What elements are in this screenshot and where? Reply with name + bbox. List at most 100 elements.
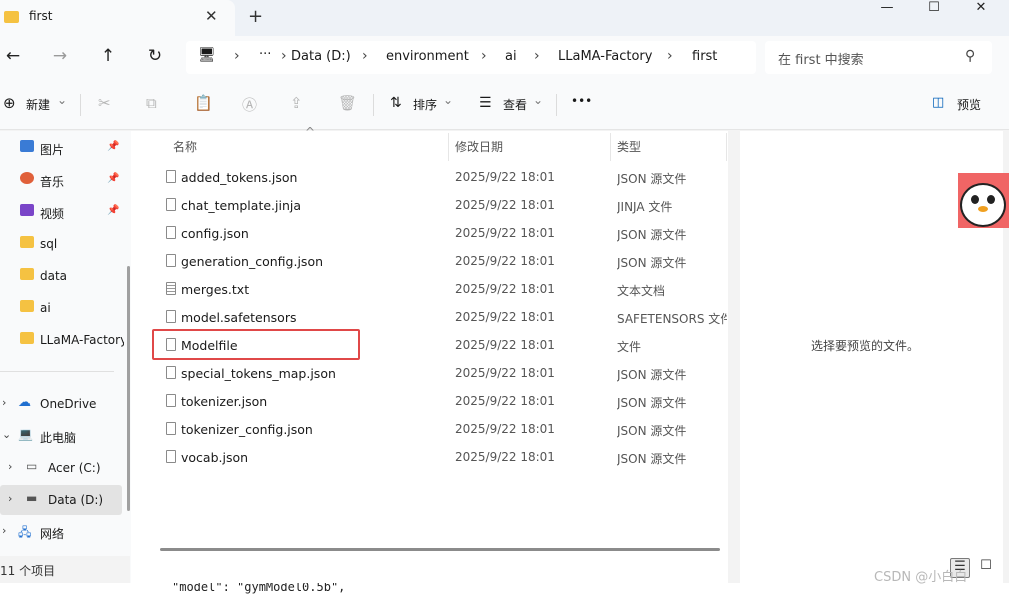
column-header-date[interactable]: 修改日期 xyxy=(455,138,503,155)
search-box[interactable]: 在 first 中搜索 ⚲ xyxy=(765,41,992,74)
breadcrumb-chevron-icon[interactable]: › xyxy=(362,48,368,64)
back-button[interactable]: ← xyxy=(1,46,25,66)
preview-button[interactable]: 预览 xyxy=(957,96,981,113)
sidebar-item-this-pc[interactable]: ⌄ 💻 此电脑 xyxy=(0,421,131,451)
sidebar-item-label: 网络 xyxy=(40,527,65,541)
chevron-down-icon[interactable]: ⌄ xyxy=(2,428,11,441)
pin-icon[interactable]: 📌 xyxy=(107,205,119,216)
sidebar-item-label: 视频 xyxy=(40,207,65,221)
file-date: 2025/9/22 18:01 xyxy=(455,170,555,184)
sidebar-item-llama-factory[interactable]: LLaMA-Factory xyxy=(0,325,124,355)
json-file-icon xyxy=(166,170,176,183)
chevron-right-icon[interactable]: › xyxy=(2,524,6,537)
address-bar[interactable]: 🖥 › ··· › Data (D:) › environment › ai ›… xyxy=(186,41,756,74)
up-button[interactable]: ↑ xyxy=(96,46,120,66)
breadcrumb-item[interactable]: Data (D:) xyxy=(291,49,351,64)
cloud-icon: ☁ xyxy=(18,395,31,410)
breadcrumb-chevron-icon[interactable]: › xyxy=(481,48,487,64)
column-divider[interactable] xyxy=(726,133,727,161)
breadcrumb-chevron-icon[interactable]: › xyxy=(667,48,673,64)
file-row[interactable]: tokenizer.json 2025/9/22 18:01 JSON 源文件 xyxy=(149,387,709,415)
drive-icon: ▭ xyxy=(26,459,38,473)
file-row[interactable]: tokenizer_config.json 2025/9/22 18:01 JSON… xyxy=(149,415,709,443)
breadcrumb-item-current[interactable]: first xyxy=(692,49,717,64)
sidebar-item-data[interactable]: data xyxy=(0,261,131,291)
tiles-view-button[interactable]: ☐ xyxy=(976,558,996,578)
paste-icon[interactable]: 📋 xyxy=(194,94,213,112)
sort-button[interactable]: 排序 xyxy=(413,96,437,113)
sidebar-item-pictures[interactable]: 图片 📌 xyxy=(0,133,131,163)
file-row[interactable]: vocab.json 2025/9/22 18:01 JSON 源文件 xyxy=(149,443,709,471)
divider xyxy=(80,94,81,116)
share-icon[interactable]: ⇪ xyxy=(290,94,303,112)
file-row[interactable]: added_tokens.json 2025/9/22 18:01 JSON 源文件 xyxy=(149,163,709,191)
item-count: 11 个项目 xyxy=(0,564,56,578)
sidebar-item-music[interactable]: 音乐 📌 xyxy=(0,165,131,195)
breadcrumb-item[interactable]: environment xyxy=(386,49,469,64)
more-options-button[interactable]: ••• xyxy=(571,94,592,108)
chevron-right-icon[interactable]: › xyxy=(8,492,12,505)
file-row[interactable]: chat_template.jinja 2025/9/22 18:01 JINJA … xyxy=(149,191,709,219)
sidebar-item-network[interactable]: › 🖧 网络 xyxy=(0,517,131,547)
breadcrumb-item[interactable]: ai xyxy=(505,49,517,64)
horizontal-scrollbar[interactable] xyxy=(160,548,720,551)
chevron-right-icon[interactable]: › xyxy=(2,396,6,409)
rename-icon[interactable]: Ⓐ xyxy=(242,94,257,115)
tab-first[interactable]: first ✕ xyxy=(0,0,235,36)
file-row[interactable]: generation_config.json 2025/9/22 18:01 JSO… xyxy=(149,247,709,275)
file-name: vocab.json xyxy=(181,450,249,465)
column-header-name[interactable]: 名称 xyxy=(173,138,197,155)
breadcrumb-item[interactable]: LLaMA-Factory xyxy=(558,49,652,64)
breadcrumb-chevron-icon[interactable]: › xyxy=(534,48,540,64)
minimize-button[interactable]: — xyxy=(867,0,907,16)
close-window-button[interactable]: ✕ xyxy=(961,0,1001,16)
column-header-type[interactable]: 类型 xyxy=(617,138,641,155)
refresh-button[interactable]: ↻ xyxy=(143,46,167,66)
new-button[interactable]: 新建 xyxy=(26,96,50,113)
copy-icon[interactable]: ⧉ xyxy=(146,94,157,112)
sidebar-item-ai[interactable]: ai xyxy=(0,293,131,323)
delete-icon[interactable]: 🗑 xyxy=(338,94,357,112)
computer-icon: 🖥 xyxy=(198,47,216,63)
file-row[interactable]: model.safetensors 2025/9/22 18:01 SAFETENS… xyxy=(149,303,727,331)
tab-title: first xyxy=(29,9,53,23)
maximize-button[interactable]: ☐ xyxy=(914,0,954,16)
pin-icon[interactable]: 📌 xyxy=(107,141,119,152)
pin-icon[interactable]: 📌 xyxy=(107,173,119,184)
file-row[interactable]: merges.txt 2025/9/22 18:01 文本文档 xyxy=(149,275,709,303)
text-file-icon xyxy=(166,282,176,295)
chevron-right-icon[interactable]: › xyxy=(8,460,12,473)
sidebar-item-drive-d[interactable]: › ▬ Data (D:) xyxy=(0,485,122,515)
column-divider[interactable] xyxy=(610,133,611,161)
sidebar-item-drive-c[interactable]: › ▭ Acer (C:) xyxy=(0,453,131,483)
json-file-icon xyxy=(166,422,176,435)
file-type: JSON 源文件 xyxy=(617,396,687,410)
breadcrumb-more-button[interactable]: ··· xyxy=(259,47,271,62)
new-icon[interactable]: ⊕ xyxy=(3,94,16,112)
sidebar-item-onedrive[interactable]: › ☁ OneDrive xyxy=(0,389,131,419)
file-row[interactable]: config.json 2025/9/22 18:01 JSON 源文件 xyxy=(149,219,709,247)
search-icon[interactable]: ⚲ xyxy=(965,48,975,64)
background-editor: "model": "gymModel0.5b", xyxy=(0,583,1009,594)
new-tab-button[interactable]: + xyxy=(248,6,263,27)
computer-icon: 💻 xyxy=(18,427,33,441)
chevron-down-icon[interactable]: ⌄ xyxy=(57,93,67,107)
sidebar-item-sql[interactable]: sql xyxy=(0,229,131,259)
file-icon xyxy=(166,198,176,211)
breadcrumb-chevron-icon[interactable]: › xyxy=(281,48,287,64)
breadcrumb-chevron-icon[interactable]: › xyxy=(234,48,240,64)
view-icon[interactable]: ☰ xyxy=(479,95,492,111)
cut-icon[interactable]: ✂ xyxy=(98,94,111,112)
column-divider[interactable] xyxy=(448,133,449,161)
file-row[interactable]: special_tokens_map.json 2025/9/22 18:01 JS… xyxy=(149,359,709,387)
chevron-down-icon[interactable]: ⌄ xyxy=(443,93,453,107)
chevron-down-icon[interactable]: ⌄ xyxy=(533,93,543,107)
file-type: SAFETENSORS 文件 xyxy=(617,312,727,326)
preview-pane-icon[interactable]: ◫ xyxy=(932,95,944,110)
folder-icon xyxy=(20,268,34,280)
forward-button[interactable]: → xyxy=(48,46,72,66)
sort-icon[interactable]: ⇅ xyxy=(390,95,402,111)
sidebar-item-videos[interactable]: 视频 📌 xyxy=(0,197,131,227)
tab-close-icon[interactable]: ✕ xyxy=(205,7,218,25)
view-button[interactable]: 查看 xyxy=(503,96,527,113)
